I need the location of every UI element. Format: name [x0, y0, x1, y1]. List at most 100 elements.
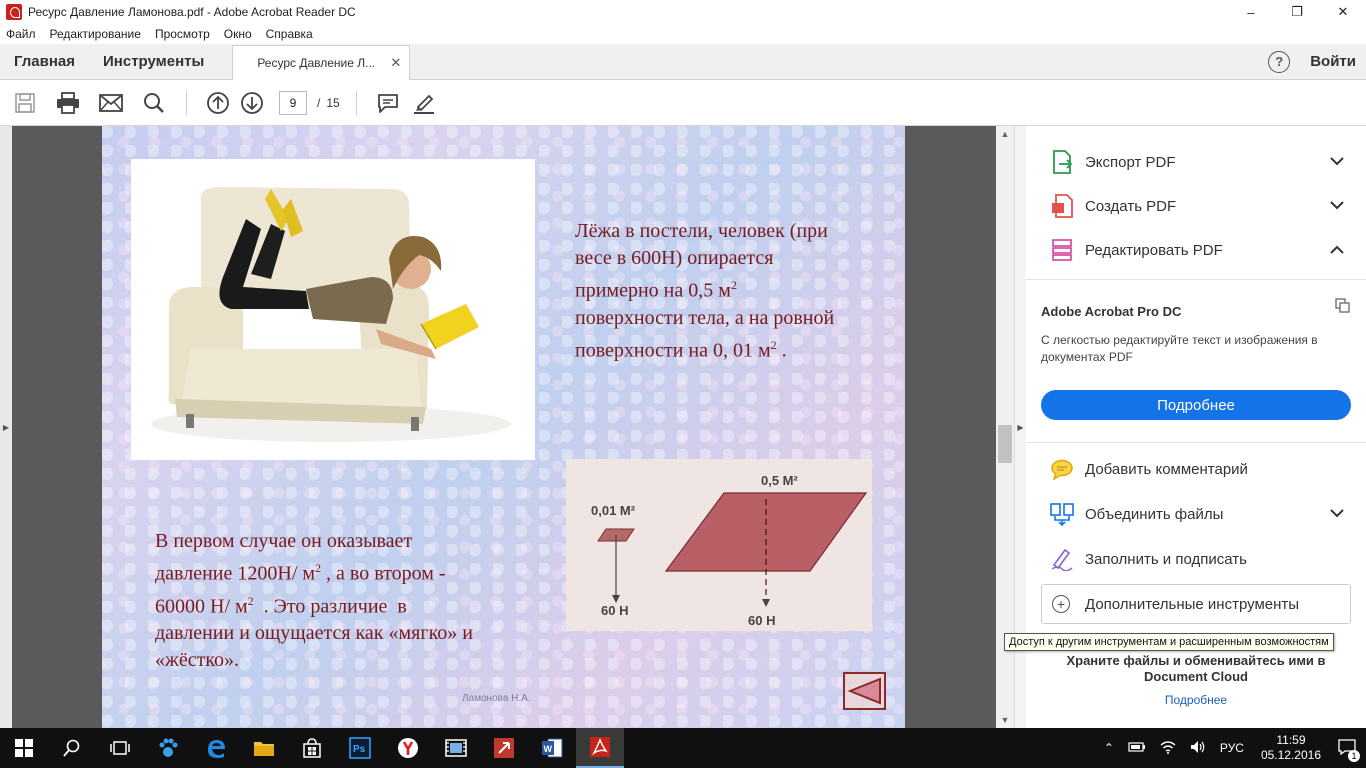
more-tools-button[interactable]: + Дополнительные инструменты	[1041, 584, 1351, 624]
previous-page-icon[interactable]	[205, 90, 231, 116]
promo-description: С легкостью редактируйте текст и изображ…	[1041, 333, 1318, 364]
back-arrow-icon	[847, 677, 881, 705]
slide-text-bottom-line-text: . Это различие в	[253, 595, 407, 618]
language-indicator[interactable]: РУС	[1220, 741, 1244, 755]
tooltip: Доступ к другим инструментам и расширенн…	[1004, 633, 1334, 651]
battery-icon[interactable]	[1128, 741, 1146, 755]
page-number-input[interactable]: 9	[279, 90, 307, 115]
chevron-down-icon[interactable]	[1330, 507, 1344, 521]
scrollbar-thumb[interactable]	[998, 425, 1012, 463]
file-explorer-icon[interactable]	[240, 728, 288, 768]
store-icon[interactable]	[288, 728, 336, 768]
clock[interactable]: 11:59 05.12.2016	[1261, 733, 1321, 763]
copy-icon[interactable]	[1335, 298, 1351, 317]
tool-combine-files[interactable]: Объединить файлы	[1026, 492, 1366, 536]
slide-text-bottom-line-text: 60000 Н/ м	[155, 595, 248, 618]
word-icon[interactable]: W	[528, 728, 576, 768]
taskbar-search-icon[interactable]	[48, 728, 96, 768]
edge-browser-icon[interactable]	[192, 728, 240, 768]
svg-text:Ps: Ps	[353, 744, 366, 755]
pane-divider	[1026, 442, 1366, 443]
slide-text-top-line: поверхности на 0, 01 м2 .	[575, 332, 885, 365]
document-cloud-line: Document Cloud	[1144, 669, 1248, 684]
large-force-label: 60 Н	[748, 613, 775, 628]
document-cloud-link[interactable]: Подробнее	[1026, 693, 1366, 707]
close-tab-icon[interactable]: ✕	[390, 55, 401, 71]
comment-icon[interactable]	[375, 90, 401, 116]
slide-text-top-line: примерно на 0,5 м2	[575, 272, 885, 305]
tool-create-pdf[interactable]: Создать PDF	[1026, 184, 1366, 228]
wifi-icon[interactable]	[1160, 740, 1176, 757]
photoshop-icon[interactable]: Ps	[336, 728, 384, 768]
slide-text-bottom-line-text: давление 1200Н/ м	[155, 562, 316, 585]
page-separator: /	[317, 95, 321, 110]
export-pdf-icon	[1050, 150, 1074, 174]
window-title: Ресурс Давление Ламонова.pdf - Adobe Acr…	[28, 5, 356, 19]
document-viewer[interactable]: ▶ Лёжа в постели, человек (при весе в 60…	[0, 126, 1014, 728]
highlight-pen-icon[interactable]	[411, 90, 437, 116]
maximize-button[interactable]: ❐	[1274, 0, 1320, 24]
print-icon[interactable]	[55, 90, 81, 116]
slide-text-bottom-line: давление 1200Н/ м2 , а во втором -	[155, 555, 535, 588]
chevron-down-icon[interactable]	[1330, 199, 1344, 213]
notifications-icon[interactable]: 1	[1338, 738, 1360, 762]
tab-tools[interactable]: Инструменты	[89, 44, 218, 80]
tool-fill-sign[interactable]: Заполнить и подписать	[1026, 537, 1366, 581]
help-icon[interactable]: ?	[1268, 50, 1291, 73]
tab-home[interactable]: Главная	[0, 44, 89, 80]
small-area-label: 0,01 М²	[591, 503, 636, 518]
menu-help[interactable]: Справка	[266, 27, 313, 41]
slide-back-button[interactable]	[843, 672, 886, 710]
menu-bar: Файл Редактирование Просмотр Окно Справк…	[0, 24, 1366, 44]
mail-icon[interactable]	[98, 90, 124, 116]
slide-text-bottom-line: В первом случае он оказывает	[155, 530, 413, 552]
page-total: 15	[326, 95, 340, 110]
acrobat-taskbar-icon[interactable]	[576, 728, 624, 768]
clock-date: 05.12.2016	[1260, 748, 1321, 762]
slide-text-bottom-line: давлении и ощущается как «мягко» и	[155, 622, 473, 645]
scroll-up-icon[interactable]: ▲	[996, 126, 1014, 142]
slide-text-bottom-line: «жёстко».	[155, 649, 240, 672]
task-view-icon[interactable]	[96, 728, 144, 768]
tray-expand-icon[interactable]: ⌃	[1104, 741, 1114, 755]
pdf-tool-icon[interactable]	[480, 728, 528, 768]
menu-window[interactable]: Окно	[224, 27, 252, 41]
volume-icon[interactable]	[1190, 740, 1206, 757]
slide-text-top-line-text: .	[776, 339, 787, 362]
learn-more-button[interactable]: Подробнее	[1041, 390, 1351, 420]
slide-text-bottom: В первом случае он оказывает давление 12…	[155, 528, 535, 674]
slide-text-bottom-line: 60000 Н/ м2 . Это различие в	[155, 588, 535, 621]
signin-button[interactable]: Войти	[1310, 53, 1356, 70]
slide-text-top-line: поверхности тела, а на ровной	[575, 306, 835, 329]
search-icon[interactable]	[141, 90, 167, 116]
edit-pdf-icon	[1050, 238, 1074, 262]
tool-export-pdf[interactable]: Экспорт PDF	[1026, 140, 1366, 184]
paw-app-icon[interactable]	[144, 728, 192, 768]
yandex-browser-icon[interactable]	[384, 728, 432, 768]
menu-edit[interactable]: Редактирование	[50, 27, 141, 41]
menu-view[interactable]: Просмотр	[155, 27, 210, 41]
tool-edit-pdf[interactable]: Редактировать PDF	[1026, 228, 1366, 272]
next-page-icon[interactable]	[239, 90, 265, 116]
save-icon[interactable]	[12, 90, 38, 116]
document-tab-label: Ресурс Давление Л...	[257, 56, 376, 70]
system-tray: ⌃ РУС 11:59 05.12.2016 1	[1097, 728, 1366, 768]
start-button[interactable]	[0, 728, 48, 768]
slide-text-top-line-text: поверхности на 0, 01 м	[575, 339, 771, 362]
menu-file[interactable]: Файл	[6, 27, 36, 41]
document-cloud-line: Храните файлы и обменивайтесь ими в	[1066, 653, 1326, 668]
chevron-down-icon[interactable]	[1330, 155, 1344, 169]
window-controls: – ❐ ✕	[1228, 0, 1366, 24]
chevron-up-icon[interactable]	[1330, 243, 1344, 257]
slide-text-top-line: весе в 600Н) опирается	[575, 247, 774, 269]
video-editor-icon[interactable]	[432, 728, 480, 768]
svg-text:W: W	[544, 744, 553, 754]
left-pane-toggle[interactable]: ▶	[0, 126, 12, 728]
minimize-button[interactable]: –	[1228, 0, 1274, 24]
close-window-button[interactable]: ✕	[1320, 0, 1366, 24]
tool-add-comment[interactable]: Добавить комментарий	[1026, 447, 1366, 491]
tab-document[interactable]: Ресурс Давление Л... ✕	[232, 44, 411, 81]
slide-text-top: Лёжа в постели, человек (при весе в 600Н…	[575, 218, 885, 364]
more-tools-label: Дополнительные инструменты	[1085, 595, 1300, 613]
scroll-down-icon[interactable]: ▼	[996, 712, 1014, 728]
